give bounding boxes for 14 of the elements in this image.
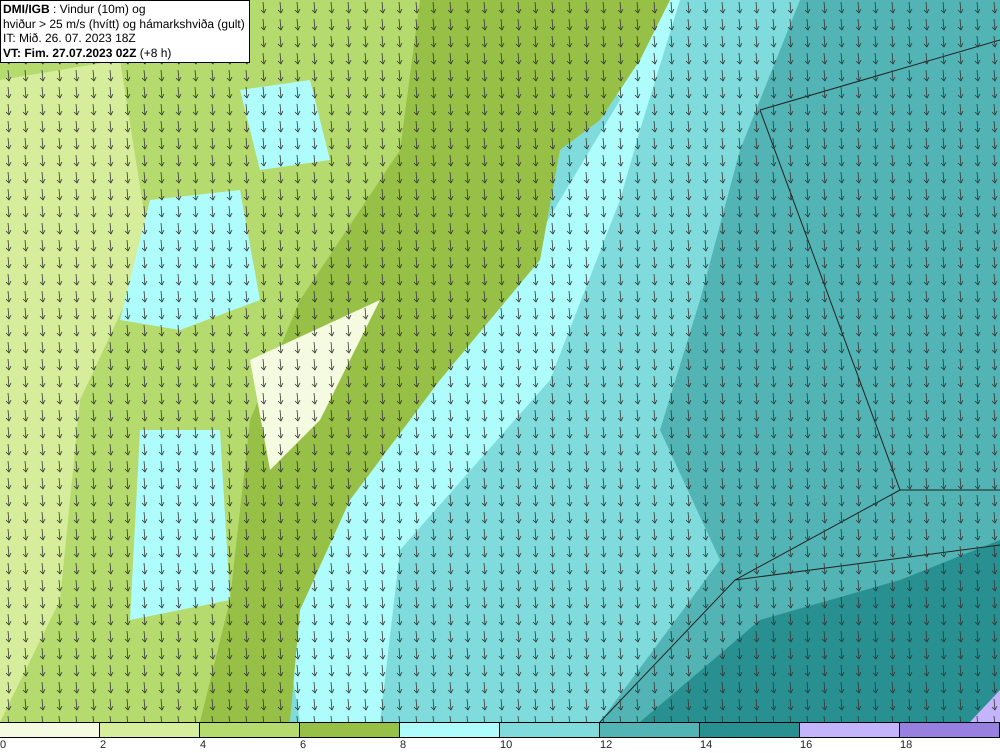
header-text: hviður > 25 m/s (hvítt) og hámarkshviða (gult) [3,16,245,31]
header-text: VT: Fim. 27.07.2023 02Z (+8 h) [3,46,172,60]
scale-label: 4 [200,738,206,752]
scale-label: 14 [700,738,712,752]
scale-label: 16 [800,738,812,752]
scale-label: 10 [500,738,512,752]
scale-label: 8 [400,738,406,752]
scale-label: 12 [600,738,612,752]
scale-label: 0 [0,738,6,752]
scale-label: 18 [900,738,912,752]
scale-label: 2 [100,738,106,752]
header-text: IT: Mið. 26. 07. 2023 18Z [3,31,137,46]
header-text: DMI/IGB : Vindur (10m) og [3,2,146,16]
scale-label: 6 [300,738,306,752]
